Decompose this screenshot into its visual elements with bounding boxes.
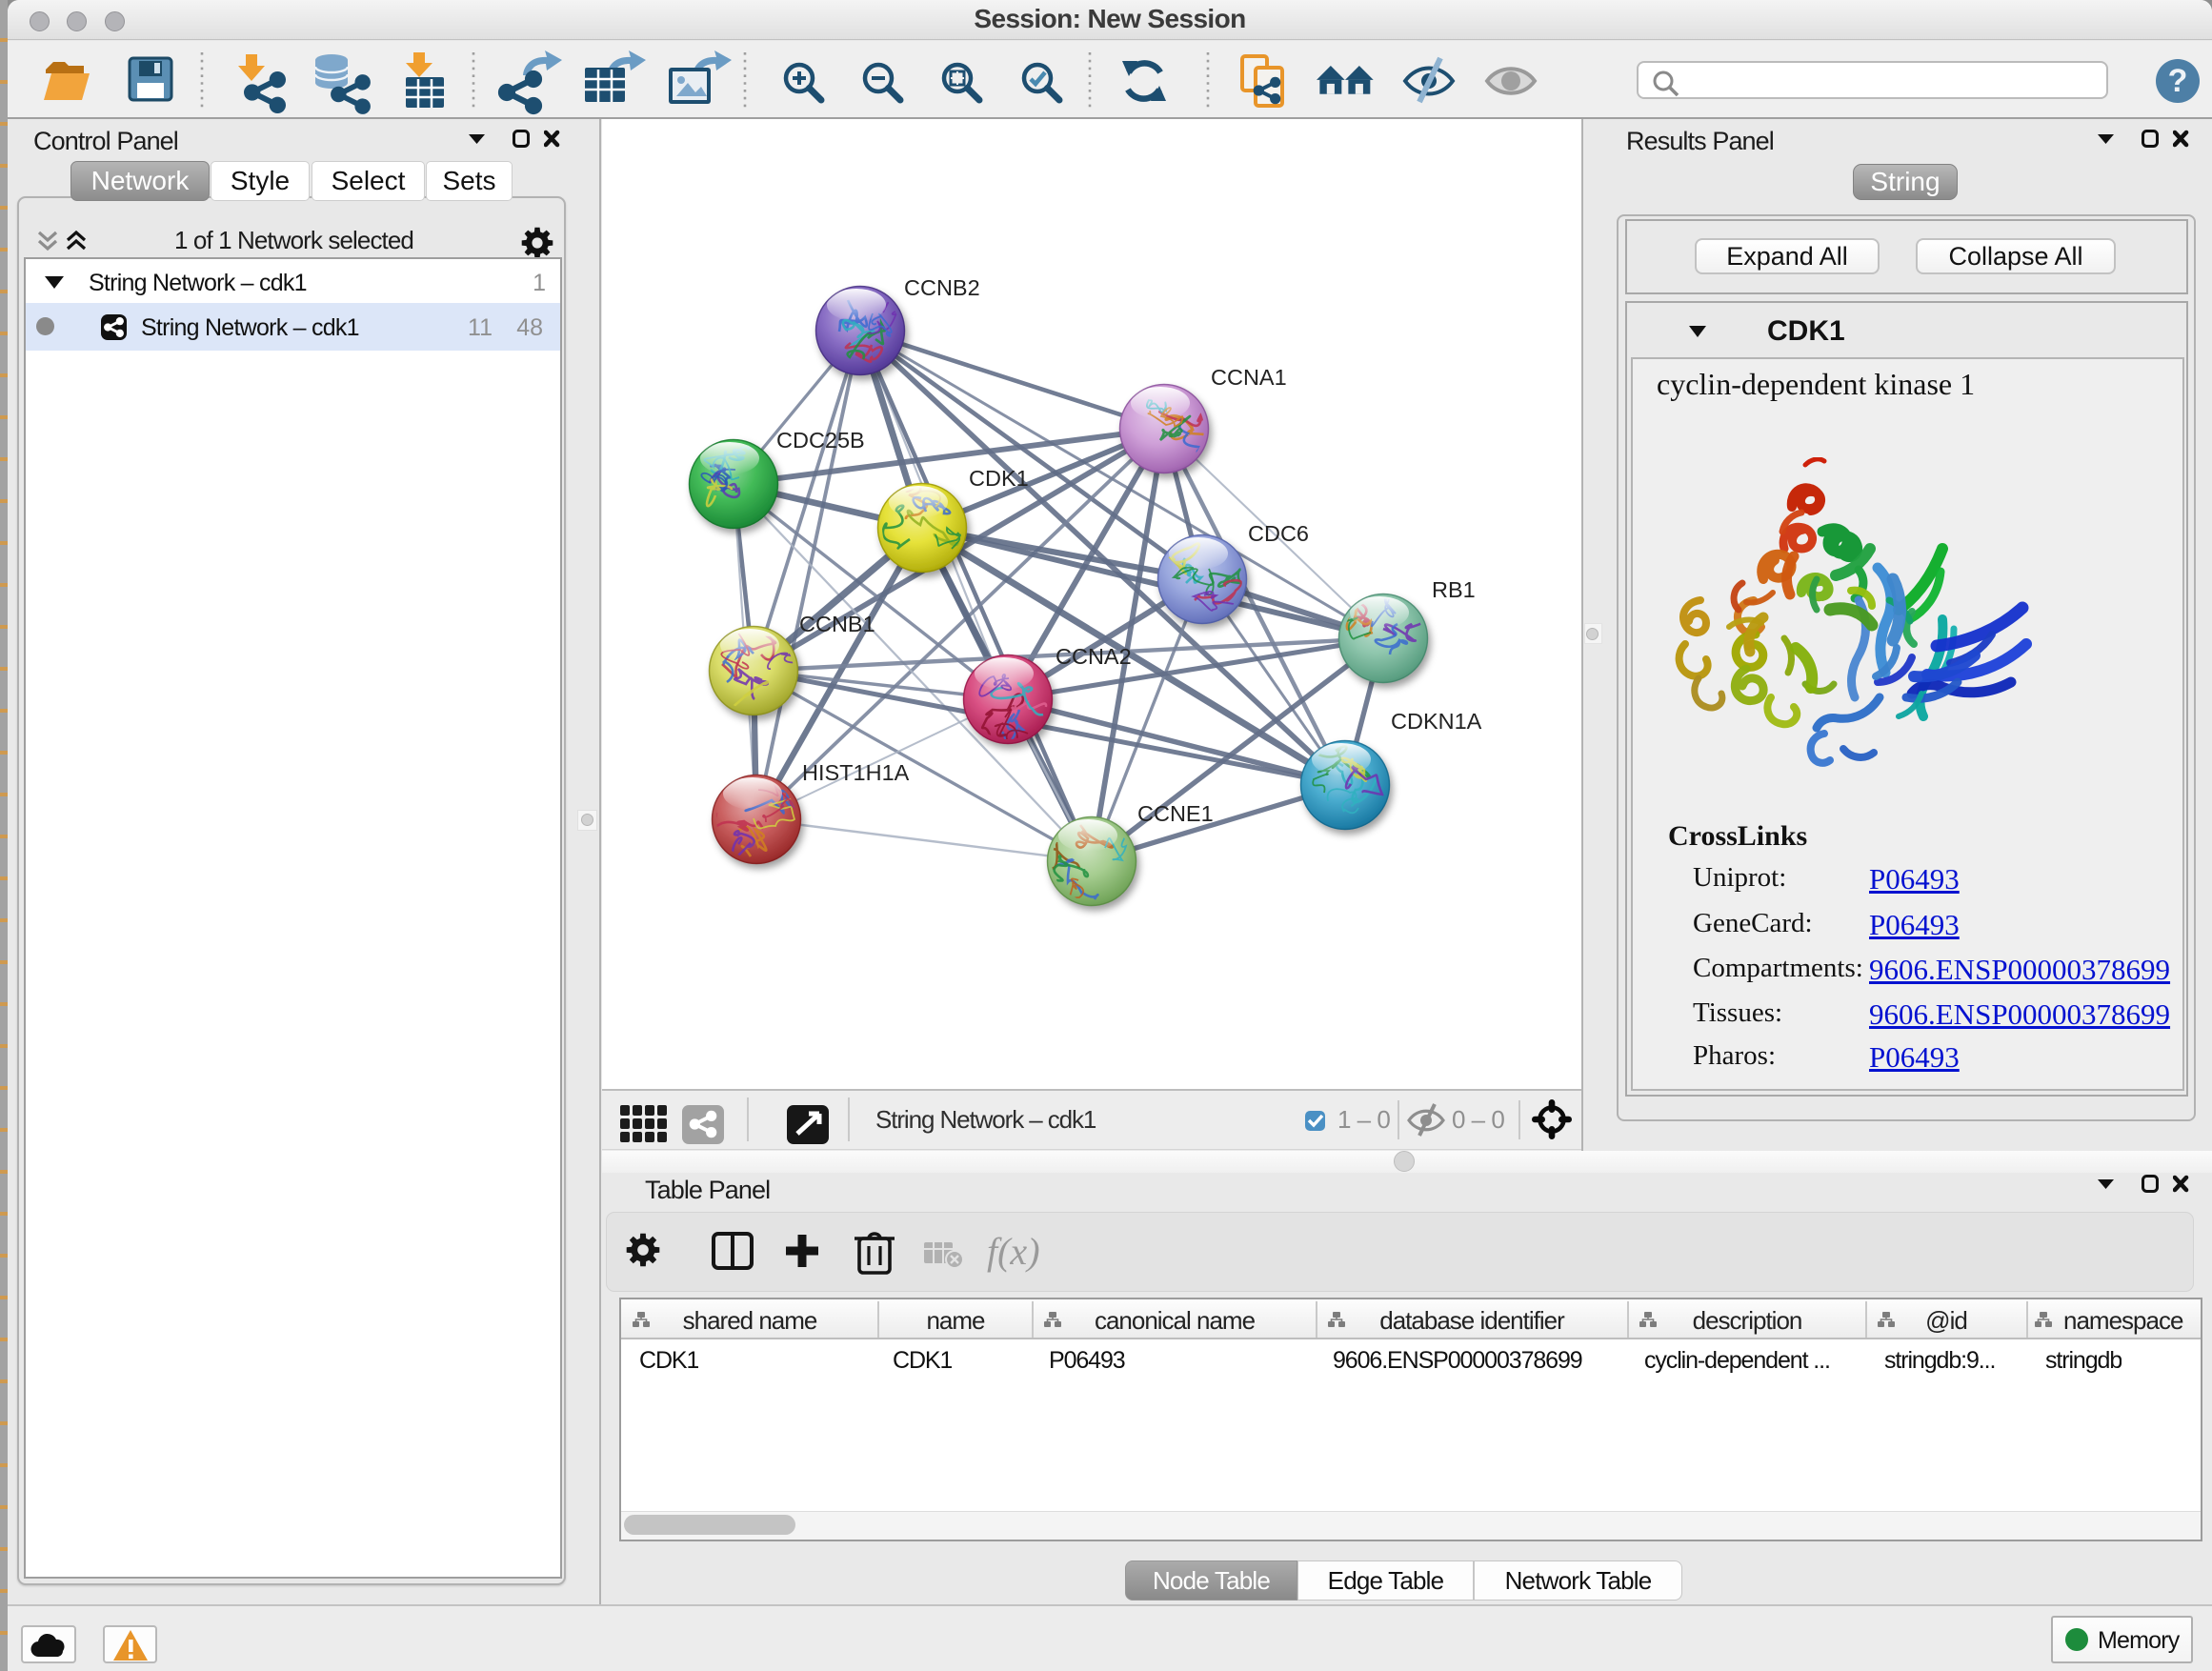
svg-text:CCNA1: CCNA1 — [1211, 365, 1287, 390]
svg-text:shared name: shared name — [683, 1306, 817, 1335]
svg-text:CDKN1A: CDKN1A — [1391, 709, 1482, 734]
svg-text:CCNE1: CCNE1 — [1137, 801, 1214, 826]
svg-text:RB1: RB1 — [1432, 577, 1476, 602]
svg-text:CDC6: CDC6 — [1248, 521, 1309, 546]
svg-text:CDK1: CDK1 — [969, 466, 1029, 491]
svg-text:description: description — [1693, 1306, 1802, 1335]
svg-text:0 – 0: 0 – 0 — [1452, 1105, 1504, 1134]
svg-text:name: name — [926, 1306, 985, 1335]
svg-text:HIST1H1A: HIST1H1A — [802, 760, 910, 785]
svg-text:CCNA2: CCNA2 — [1056, 644, 1132, 669]
svg-text:CCNB1: CCNB1 — [799, 612, 875, 636]
svg-text:f(x): f(x) — [987, 1230, 1040, 1273]
svg-text:String Network – cdk1: String Network – cdk1 — [875, 1105, 1096, 1134]
svg-text:CCNB2: CCNB2 — [904, 275, 980, 300]
svg-text:1 – 0: 1 – 0 — [1337, 1105, 1390, 1134]
svg-text:database identifier: database identifier — [1379, 1306, 1565, 1335]
svg-text:CDC25B: CDC25B — [776, 428, 865, 453]
svg-text:@id: @id — [1925, 1306, 1967, 1335]
svg-text:namespace: namespace — [2063, 1306, 2183, 1335]
svg-text:canonical name: canonical name — [1095, 1306, 1256, 1335]
